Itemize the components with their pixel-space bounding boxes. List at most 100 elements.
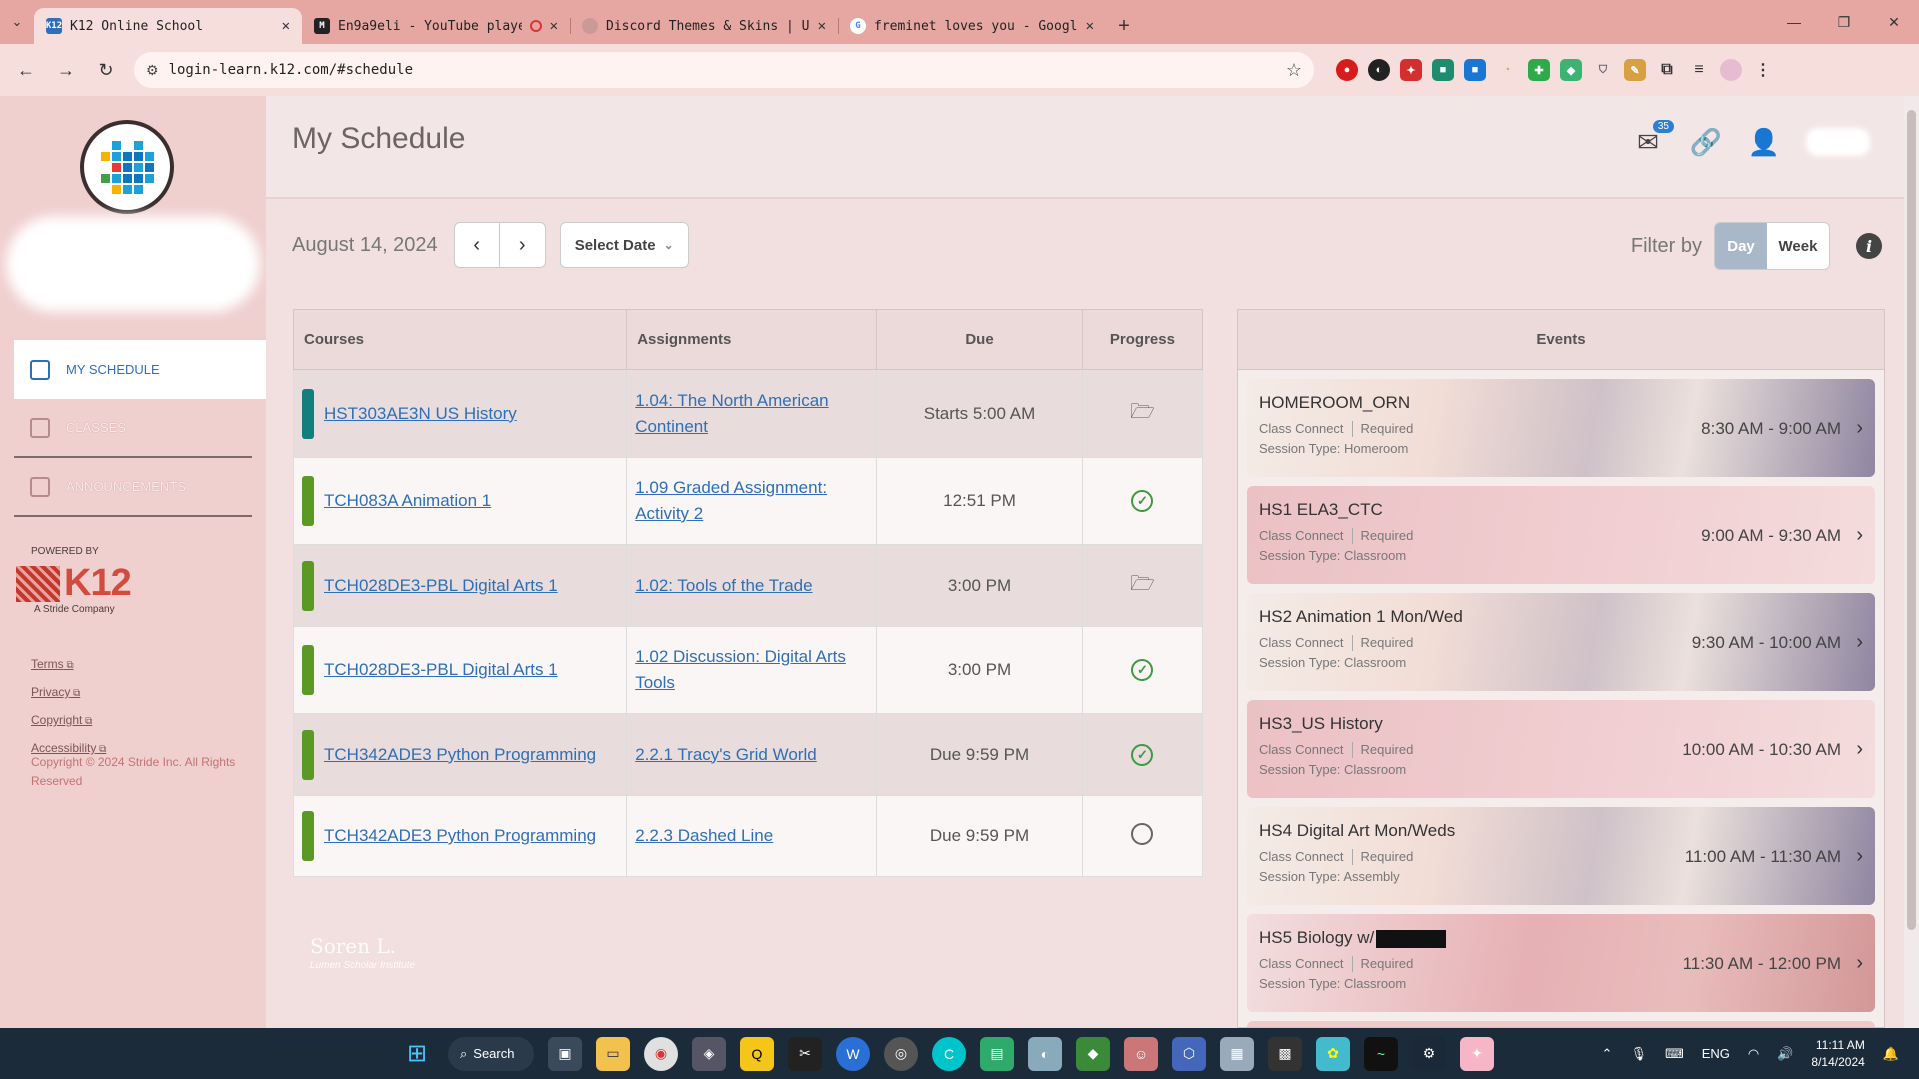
privacy-link[interactable]: Privacy: [31, 679, 106, 707]
course-link[interactable]: TCH028DE3-PBL Digital Arts 1: [324, 573, 558, 599]
media-control-icon[interactable]: ≡: [1688, 59, 1710, 81]
chevron-right-icon[interactable]: ›: [1856, 738, 1863, 761]
restore-icon[interactable]: ❐: [1819, 0, 1869, 44]
event-card[interactable]: HS1 ELA3_CTC Class Connect Required Sessi…: [1247, 486, 1875, 584]
keyboard-icon[interactable]: ⌨: [1665, 1046, 1684, 1062]
close-icon[interactable]: ✕: [1086, 18, 1094, 34]
browser-tab-discord-themes[interactable]: Discord Themes & Skins | Use ✕: [570, 8, 839, 44]
course-link[interactable]: TCH028DE3-PBL Digital Arts 1: [324, 657, 558, 683]
next-day-button[interactable]: ›: [499, 222, 546, 268]
extension-icon[interactable]: ◔: [1496, 59, 1518, 81]
capcut-icon[interactable]: ✂: [788, 1036, 822, 1071]
app-icon[interactable]: ◆: [1076, 1036, 1110, 1071]
steam-icon[interactable]: ⚙: [1412, 1036, 1446, 1071]
info-icon[interactable]: i: [1856, 233, 1882, 259]
back-arrow-icon[interactable]: ←: [8, 52, 44, 88]
notification-bell-icon[interactable]: 🔔: [1883, 1046, 1899, 1062]
terms-link[interactable]: Terms: [31, 651, 106, 679]
assignment-link[interactable]: 1.09 Graded Assignment: Activity 2: [635, 478, 827, 523]
file-explorer-icon[interactable]: ▭: [596, 1036, 630, 1071]
event-card[interactable]: HS4 Digital Art Mon/Weds Class Connect Re…: [1247, 807, 1875, 905]
task-view-icon[interactable]: ▣: [548, 1036, 582, 1071]
bookmark-star-icon[interactable]: ☆: [1286, 60, 1302, 81]
filter-week-button[interactable]: Week: [1767, 223, 1829, 269]
reload-icon[interactable]: ↻: [88, 52, 124, 88]
canva-icon[interactable]: C: [932, 1036, 966, 1071]
course-link[interactable]: HST303AE3N US History: [324, 401, 517, 427]
window-close-icon[interactable]: ✕: [1869, 0, 1919, 44]
forward-arrow-icon[interactable]: →: [48, 52, 84, 88]
folder-icon[interactable]: 🗁: [1130, 397, 1155, 431]
chevron-right-icon[interactable]: ›: [1856, 845, 1863, 868]
app-icon[interactable]: ▩: [1268, 1036, 1302, 1071]
app-icon[interactable]: ☺: [1124, 1036, 1158, 1071]
taskbar-search-button[interactable]: ⌕ Search: [448, 1036, 534, 1071]
course-link[interactable]: TCH083A Animation 1: [324, 488, 491, 514]
user-icon[interactable]: 👤: [1748, 126, 1780, 158]
course-link[interactable]: TCH342ADE3 Python Programming: [324, 742, 596, 768]
microphone-icon[interactable]: 🎙: [1630, 1046, 1647, 1062]
sidebar-item-announcements[interactable]: ANNOUNCEMENTS: [14, 458, 252, 517]
app-icon[interactable]: ▤: [980, 1036, 1014, 1071]
event-card[interactable]: HS5 Biology w/ Class Connect Required Ses…: [1247, 914, 1875, 1012]
redacted-username[interactable]: [1806, 128, 1870, 156]
extension-icon[interactable]: ■: [1432, 59, 1454, 81]
close-icon[interactable]: ✕: [550, 18, 558, 34]
tab-search-button[interactable]: ⌄: [0, 0, 34, 44]
event-card[interactable]: HS3_US History Class Connect Required Ses…: [1247, 700, 1875, 798]
close-icon[interactable]: ✕: [818, 18, 826, 34]
site-settings-icon[interactable]: ⚙: [146, 62, 159, 79]
new-tab-button[interactable]: +: [1106, 8, 1142, 44]
sidebar-item-classes[interactable]: CLASSES: [14, 399, 252, 458]
browser-menu-icon[interactable]: ⋮: [1752, 59, 1774, 81]
k12-logo[interactable]: K12: [16, 562, 132, 605]
event-card[interactable]: HOMEROOM_ORN Class Connect Required Sessi…: [1247, 379, 1875, 477]
assignment-link[interactable]: 1.02 Discussion: Digital Arts Tools: [635, 647, 846, 692]
scrollbar-thumb[interactable]: [1907, 110, 1916, 930]
folder-icon[interactable]: 🗁: [1130, 569, 1155, 603]
extension-icon[interactable]: ◐: [1368, 59, 1390, 81]
copyright-link[interactable]: Copyright: [31, 707, 106, 735]
close-icon[interactable]: ✕: [282, 18, 290, 34]
shield-extension-icon[interactable]: ⛉: [1592, 59, 1614, 81]
check-circle-icon[interactable]: ✓: [1131, 743, 1154, 766]
extension-icon[interactable]: ✚: [1528, 59, 1550, 81]
url-text[interactable]: login-learn.k12.com/#schedule: [169, 62, 1276, 78]
app-icon[interactable]: W: [836, 1036, 870, 1071]
page-scrollbar[interactable]: [1904, 96, 1919, 1028]
wifi-icon[interactable]: ◠: [1748, 1046, 1759, 1062]
chevron-right-icon[interactable]: ›: [1856, 524, 1863, 547]
assignment-link[interactable]: 2.2.1 Tracy's Grid World: [635, 745, 817, 764]
filter-day-button[interactable]: Day: [1715, 223, 1767, 269]
assignment-link[interactable]: 1.02: Tools of the Trade: [635, 576, 812, 595]
sidebar-item-my-schedule[interactable]: MY SCHEDULE: [14, 340, 266, 399]
extension-icon[interactable]: ◆: [1560, 59, 1582, 81]
minimize-icon[interactable]: —: [1769, 0, 1819, 44]
select-date-dropdown[interactable]: Select Date ⌄: [559, 222, 689, 268]
app-icon[interactable]: ◎: [884, 1036, 918, 1071]
profile-avatar-icon[interactable]: [1720, 59, 1742, 81]
school-logo[interactable]: [80, 120, 174, 214]
browser-tab-youtube[interactable]: M En9a9eli - YouTube player ✕: [302, 8, 571, 44]
browser-tab-google[interactable]: G freminet loves you - Google ✕: [838, 8, 1106, 44]
app-icon[interactable]: ◈: [692, 1036, 726, 1071]
chevron-right-icon[interactable]: ›: [1856, 631, 1863, 654]
event-card[interactable]: [1247, 1021, 1875, 1027]
language-indicator[interactable]: ENG: [1702, 1046, 1730, 1061]
check-circle-icon[interactable]: ✓: [1131, 490, 1154, 512]
chrome-icon[interactable]: ◉: [644, 1036, 678, 1071]
app-icon[interactable]: ▦: [1220, 1036, 1254, 1071]
app-icon[interactable]: ◐: [1028, 1036, 1062, 1071]
course-link[interactable]: TCH342ADE3 Python Programming: [324, 823, 596, 849]
puzzle-extensions-icon[interactable]: ⧉: [1656, 59, 1678, 81]
app-icon[interactable]: ~: [1364, 1036, 1398, 1071]
app-icon[interactable]: ⬡: [1172, 1036, 1206, 1071]
chevron-up-icon[interactable]: ⌃: [1602, 1046, 1613, 1062]
volume-icon[interactable]: 🔊: [1777, 1046, 1793, 1062]
empty-circle-icon[interactable]: [1131, 822, 1154, 845]
event-card[interactable]: HS2 Animation 1 Mon/Wed Class Connect Req…: [1247, 593, 1875, 691]
app-icon[interactable]: Q: [740, 1036, 774, 1071]
url-bar[interactable]: ⚙ login-learn.k12.com/#schedule ☆: [134, 52, 1314, 88]
clock[interactable]: 11:11 AM 8/14/2024: [1811, 1037, 1864, 1071]
link-icon[interactable]: 🔗: [1690, 126, 1722, 158]
